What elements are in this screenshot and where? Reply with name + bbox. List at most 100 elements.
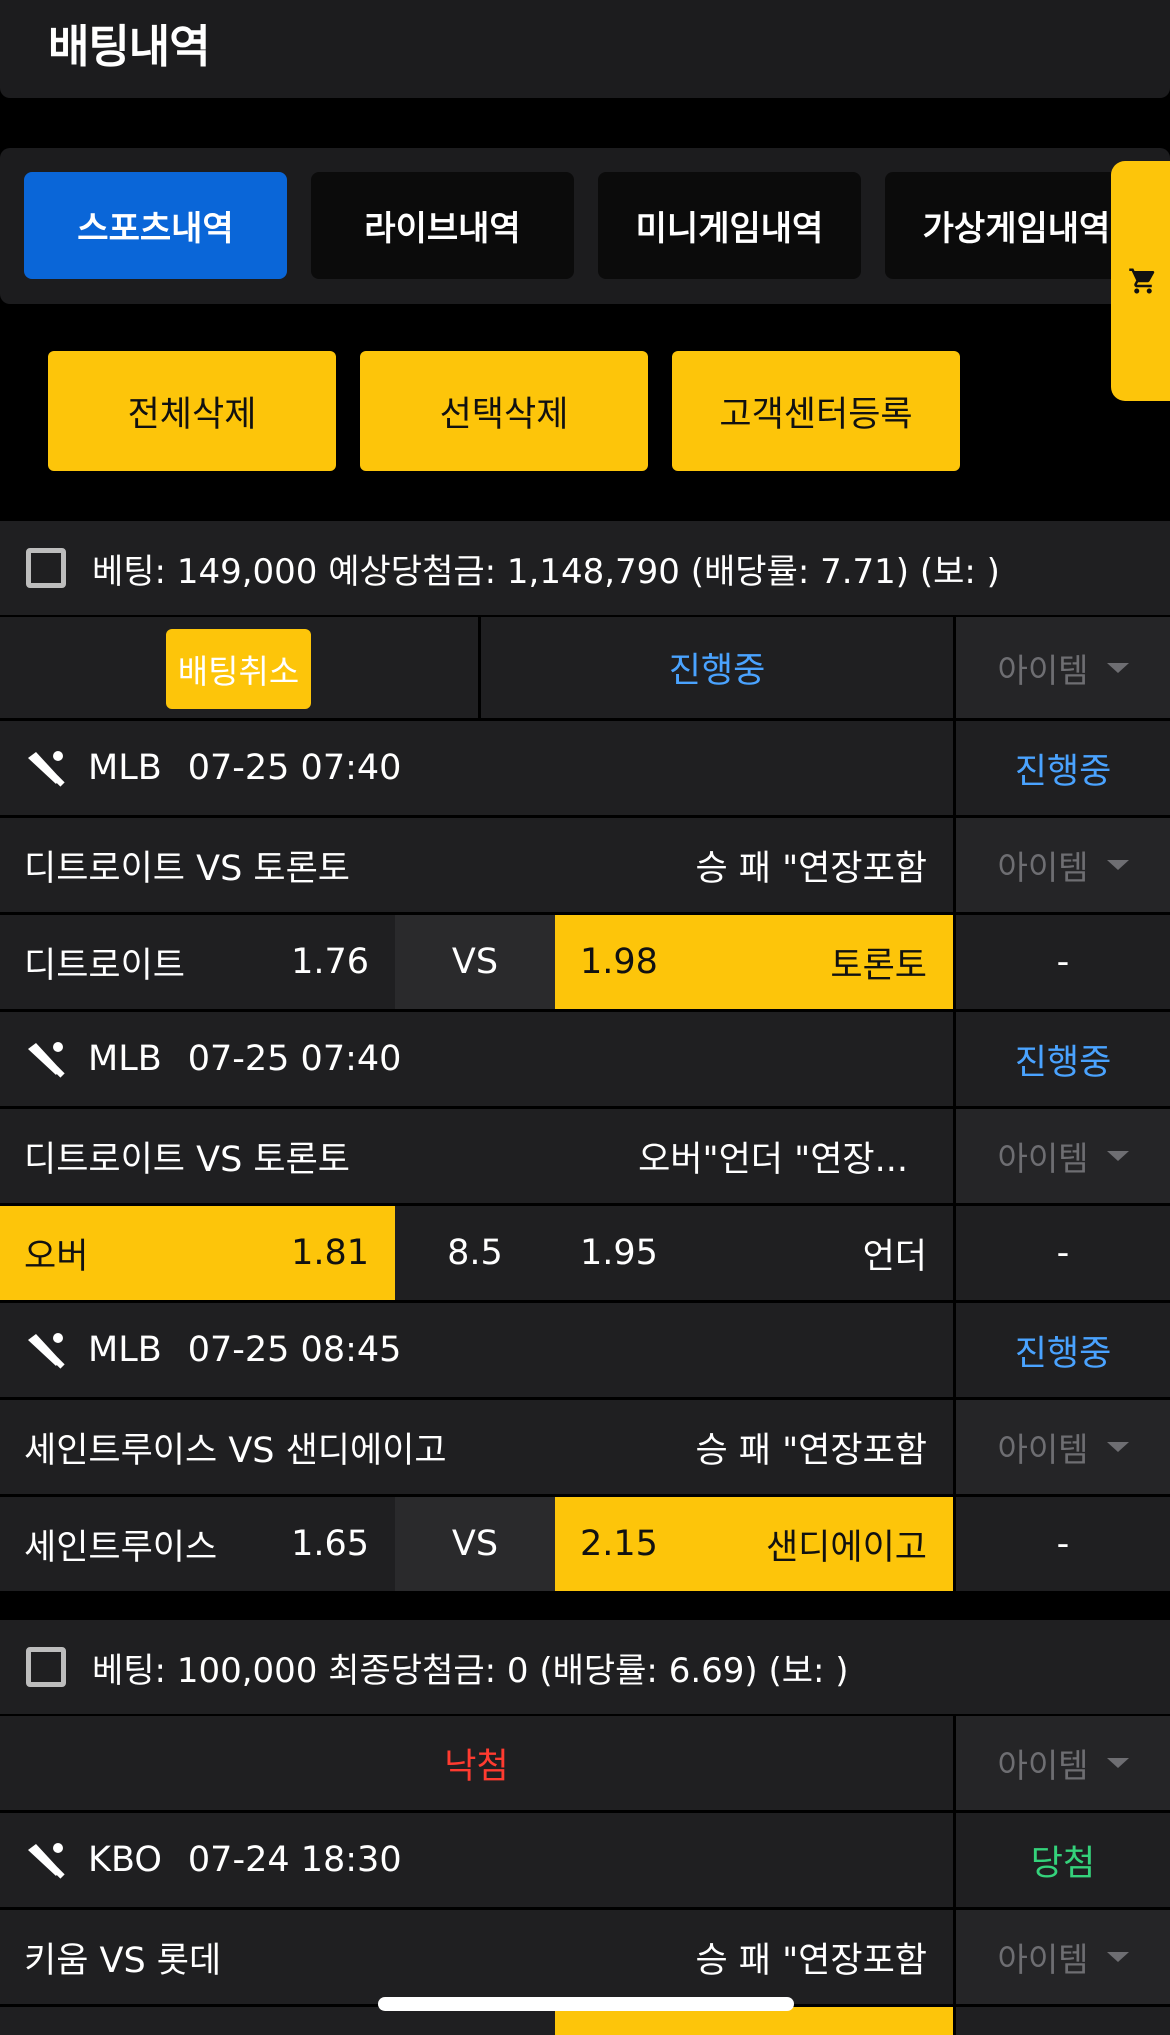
bet-status: 진행중 — [478, 617, 953, 718]
game-league: MLB 07-25 08:45 — [24, 1303, 401, 1397]
tab-virtual[interactable]: 가상게임내역 — [885, 172, 1148, 279]
item-dropdown[interactable]: 아이템 — [953, 1716, 1170, 1810]
game-market: 승 패 "연장포함 — [695, 1430, 927, 1471]
game-header-row: MLB 07-25 07:40 진행중 — [0, 1012, 1170, 1109]
chevron-down-icon — [1106, 1952, 1129, 1962]
away-option[interactable] — [555, 2007, 953, 2035]
delete-selected-button[interactable]: 선택삭제 — [360, 351, 648, 471]
bet-summary-row: 베팅: 100,000 최종당첨금: 0 (배당률: 6.69) (보: ) — [0, 1620, 1170, 1716]
game-matchup: 디트로이트 VS 토론토 — [24, 848, 351, 889]
home-odds: 1.76 — [291, 942, 369, 982]
game-datetime: 07-25 07:40 — [187, 1039, 402, 1079]
bet-status-row: 낙첨 아이템 — [0, 1716, 1170, 1813]
item-dropdown-label: 아이템 — [997, 1139, 1089, 1178]
away-option[interactable]: 1.95 언더 — [555, 1206, 953, 1300]
tab-minigame[interactable]: 미니게임내역 — [598, 172, 861, 279]
item-dropdown-label: 아이템 — [997, 650, 1089, 690]
game-header-row: KBO 07-24 18:30 당첨 — [0, 1813, 1170, 1910]
baseball-icon — [28, 1843, 65, 1879]
game-matchup: 키움 VS 롯데 — [24, 1940, 222, 1981]
away-odds: 1.95 — [580, 1233, 658, 1273]
cart-icon — [1129, 268, 1155, 294]
home-odds: 1.81 — [291, 1233, 369, 1273]
game-line: VS — [395, 1497, 555, 1591]
item-dropdown[interactable]: 아이템 — [953, 1109, 1170, 1203]
item-dropdown-label: 아이템 — [997, 1430, 1089, 1469]
chevron-down-icon — [1106, 860, 1129, 870]
item-value: - — [953, 915, 1170, 1009]
game-market: 오버"언더 "연장... — [638, 1139, 908, 1180]
game-league: MLB 07-25 07:40 — [24, 721, 401, 815]
away-name: 토론토 — [830, 945, 927, 986]
game-league: MLB 07-25 07:40 — [24, 1012, 401, 1106]
away-odds: 1.98 — [580, 942, 658, 982]
game-market-row: 세인트루이스 VS 샌디에이고 승 패 "연장포함 아이템 — [0, 1400, 1170, 1497]
home-option[interactable]: 세인트루이스 1.65 — [0, 1497, 395, 1591]
tab-sports[interactable]: 스포츠내역 — [24, 172, 287, 279]
league-name: KBO — [88, 1840, 162, 1880]
bet-select-checkbox[interactable] — [26, 548, 66, 588]
item-dropdown-label: 아이템 — [997, 848, 1089, 887]
bet-status-row: 배팅취소 진행중 아이템 — [0, 617, 1170, 721]
support-register-button[interactable]: 고객센터등록 — [672, 351, 960, 471]
home-option[interactable]: 오버 1.81 — [0, 1206, 395, 1300]
game-datetime: 07-24 18:30 — [187, 1840, 402, 1880]
game-status: 진행중 — [953, 1303, 1170, 1397]
away-name: 언더 — [862, 1236, 927, 1277]
league-name: MLB — [88, 748, 162, 788]
game-market-row: 디트로이트 VS 토론토 오버"언더 "연장... 아이템 — [0, 1109, 1170, 1206]
item-dropdown[interactable]: 아이템 — [953, 1910, 1170, 2004]
bet-card: 베팅: 100,000 최종당첨금: 0 (배당률: 6.69) (보: ) 낙… — [0, 1620, 1170, 2035]
baseball-icon — [28, 751, 65, 787]
item-dropdown-label: 아이템 — [997, 1940, 1089, 1979]
item-value: - — [953, 1206, 1170, 1300]
item-dropdown-label: 아이템 — [997, 1746, 1089, 1785]
game-line: 8.5 — [447, 1233, 503, 1273]
game-market-row: 디트로이트 VS 토론토 승 패 "연장포함 아이템 — [0, 818, 1170, 915]
game-odds-row: 오버 1.81 8.5 1.95 언더 - — [0, 1206, 1170, 1303]
page-title: 배팅내역 — [48, 20, 211, 73]
tab-live[interactable]: 라이브내역 — [311, 172, 574, 279]
away-option[interactable]: 2.15 샌디에이고 — [555, 1497, 953, 1591]
betslip-cart-tab[interactable] — [1111, 161, 1170, 401]
game-status: 진행중 — [953, 1012, 1170, 1106]
bet-summary: 베팅: 149,000 예상당첨금: 1,148,790 (배당률: 7.71)… — [92, 551, 1000, 592]
game-league: KBO 07-24 18:30 — [24, 1813, 402, 1907]
home-option[interactable]: 디트로이트 1.76 — [0, 915, 395, 1009]
game-odds-row: 세인트루이스 1.65 VS 2.15 샌디에이고 - — [0, 1497, 1170, 1594]
item-value — [953, 2007, 1170, 2035]
away-option[interactable]: 1.98 토론토 — [555, 915, 953, 1009]
game-header-row: MLB 07-25 08:45 진행중 — [0, 1303, 1170, 1400]
item-dropdown[interactable]: 아이템 — [953, 1400, 1170, 1494]
game-market: 승 패 "연장포함 — [695, 1940, 927, 1981]
delete-all-button[interactable]: 전체삭제 — [48, 351, 336, 471]
home-indicator — [378, 1997, 794, 2011]
league-name: MLB — [88, 1330, 162, 1370]
away-odds: 2.15 — [580, 1524, 658, 1564]
away-name: 샌디에이고 — [765, 1527, 927, 1568]
chevron-down-icon — [1106, 1151, 1129, 1161]
home-odds: 1.65 — [291, 1524, 369, 1564]
home-name: 디트로이트 — [24, 945, 186, 986]
bet-status: 낙첨 — [444, 1746, 509, 1787]
game-odds-row: 디트로이트 1.76 VS 1.98 토론토 - — [0, 915, 1170, 1012]
item-dropdown[interactable]: 아이템 — [953, 818, 1170, 912]
item-dropdown[interactable]: 아이템 — [953, 617, 1170, 718]
home-name: 세인트루이스 — [24, 1527, 218, 1568]
baseball-icon — [28, 1042, 65, 1078]
history-tabs: 스포츠내역 라이브내역 미니게임내역 가상게임내역 — [0, 148, 1170, 304]
chevron-down-icon — [1106, 1442, 1129, 1452]
bet-card: 베팅: 149,000 예상당첨금: 1,148,790 (배당률: 7.71)… — [0, 521, 1170, 1594]
bet-summary-row: 베팅: 149,000 예상당첨금: 1,148,790 (배당률: 7.71)… — [0, 521, 1170, 617]
cancel-bet-button[interactable]: 배팅취소 — [166, 629, 311, 709]
game-header-row: MLB 07-25 07:40 진행중 — [0, 721, 1170, 818]
game-status: 진행중 — [953, 721, 1170, 815]
baseball-icon — [28, 1333, 65, 1369]
game-datetime: 07-25 07:40 — [187, 748, 402, 788]
item-value: - — [953, 1497, 1170, 1591]
game-market: 승 패 "연장포함 — [695, 848, 927, 889]
game-market-row: 키움 VS 롯데 승 패 "연장포함 아이템 — [0, 1910, 1170, 2007]
bet-select-checkbox[interactable] — [26, 1647, 66, 1687]
game-odds-row — [0, 2007, 1170, 2035]
page-header: 배팅내역 — [0, 0, 1170, 98]
